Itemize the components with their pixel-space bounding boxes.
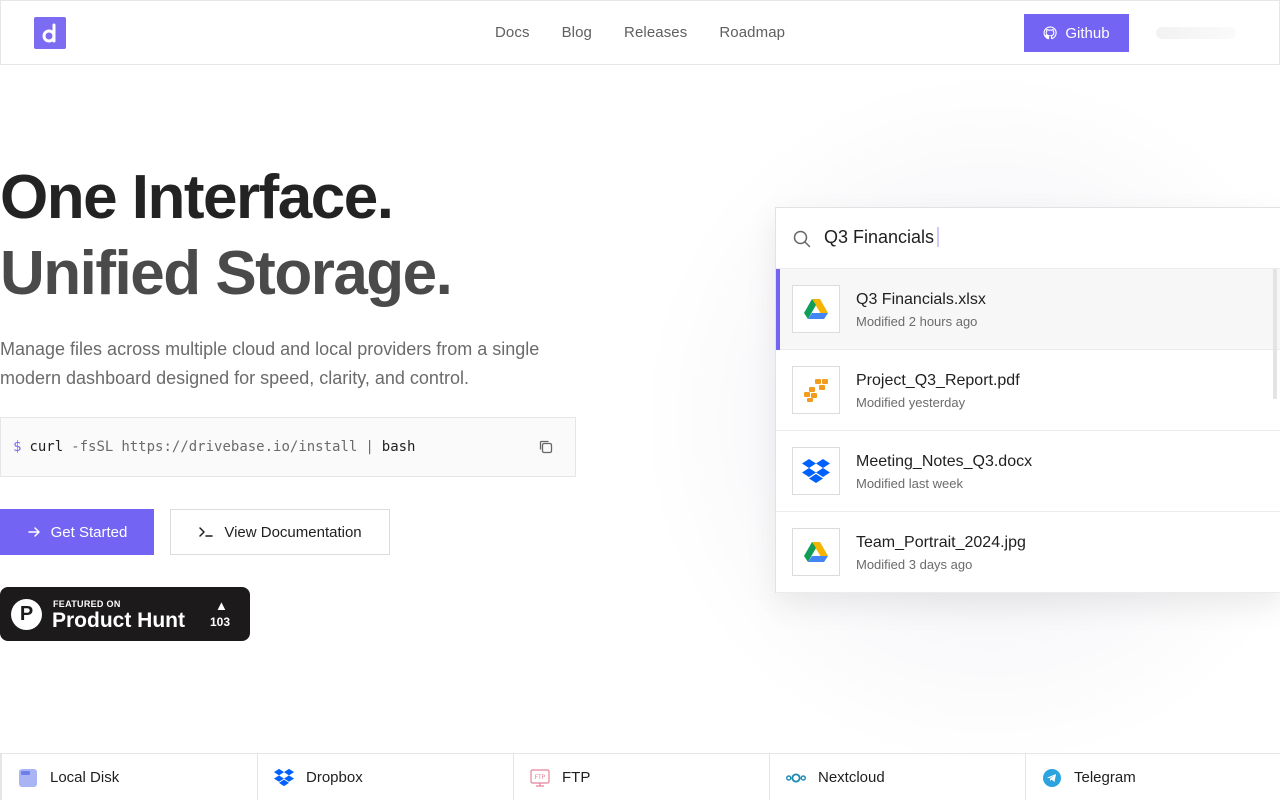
search-results: Q3 Financials.xlsx Modified 2 hours ago … [776, 269, 1280, 593]
result-row[interactable]: Q3 Financials.xlsx Modified 2 hours ago [776, 269, 1280, 350]
top-header: Docs Blog Releases Roadmap Github [0, 0, 1280, 65]
search-query: Q3 Financials [824, 227, 935, 247]
arrow-right-icon [27, 527, 40, 537]
upvote-count: 103 [210, 615, 231, 629]
github-icon [1043, 26, 1058, 40]
view-documentation-button[interactable]: View Documentation [170, 509, 390, 555]
get-started-button[interactable]: Get Started [0, 509, 154, 555]
get-started-label: Get Started [50, 523, 128, 541]
result-row[interactable]: Team_Portrait_2024.jpg Modified 3 days a… [776, 512, 1280, 593]
file-modified: Modified 3 days ago [856, 557, 973, 572]
provider-telegram[interactable]: Telegram [1026, 754, 1280, 800]
results-scrollbar[interactable] [1273, 269, 1277, 399]
shell-prompt: $ [13, 439, 22, 455]
file-modified: Modified last week [856, 476, 963, 491]
ftp-icon: FTP [530, 768, 550, 788]
product-hunt-name: Product Hunt [52, 609, 185, 632]
google-drive-icon [792, 528, 840, 576]
file-name: Team_Portrait_2024.jpg [856, 534, 1026, 551]
local-disk-icon [18, 768, 38, 788]
aws-s3-icon [792, 366, 840, 414]
provider-label: Local Disk [50, 769, 120, 786]
terminal-icon [199, 527, 214, 537]
provider-label: FTP [562, 769, 591, 786]
cmd-flag: -fsSL [71, 439, 114, 455]
hero-title-line-2: Unified Storage. [0, 239, 453, 308]
nav-docs[interactable]: Docs [495, 24, 530, 41]
file-name: Meeting_Notes_Q3.docx [856, 453, 1033, 470]
provider-local-disk[interactable]: Local Disk [2, 754, 258, 800]
product-hunt-icon: P [11, 599, 42, 630]
provider-ftp[interactable]: FTP FTP [514, 754, 770, 800]
drivebase-logo[interactable] [34, 17, 66, 49]
install-command: $ curl -fsSL https://drivebase.io/instal… [0, 417, 576, 477]
github-label: Github [1065, 24, 1110, 42]
dropbox-icon [274, 768, 294, 788]
product-hunt-featured: FEATURED ON [53, 599, 121, 609]
search-icon [793, 230, 811, 248]
providers-strip: Local Disk Dropbox FTP FTP Nextcloud Tel… [0, 753, 1280, 800]
faded-header-item [1156, 27, 1236, 39]
copy-icon[interactable] [537, 438, 555, 456]
search-demo-panel: Q3 Financials Q3 Financials.xlsx Modifie… [775, 207, 1280, 593]
google-drive-icon [792, 285, 840, 333]
result-row[interactable]: Meeting_Notes_Q3.docx Modified last week [776, 431, 1280, 512]
provider-label: Nextcloud [818, 769, 885, 786]
nextcloud-icon [786, 768, 806, 788]
file-modified: Modified 2 hours ago [856, 314, 978, 329]
svg-text:FTP: FTP [535, 774, 546, 781]
hero-title-line-1: One Interface. [0, 163, 394, 232]
hero-subtitle: Manage files across multiple cloud and l… [0, 339, 540, 388]
file-name: Q3 Financials.xlsx [856, 291, 986, 308]
provider-label: Dropbox [306, 769, 363, 786]
page: Docs Blog Releases Roadmap Github One In… [0, 0, 1280, 800]
product-hunt-badge[interactable]: P FEATURED ON Product Hunt ▲ 103 [0, 587, 250, 641]
provider-nextcloud[interactable]: Nextcloud [770, 754, 1026, 800]
logo-d-icon [42, 23, 56, 43]
cmd-pipe: | [365, 439, 374, 455]
nav-releases[interactable]: Releases [624, 24, 687, 41]
nav-roadmap[interactable]: Roadmap [719, 24, 785, 41]
result-row[interactable]: Project_Q3_Report.pdf Modified yesterday [776, 350, 1280, 431]
file-name: Project_Q3_Report.pdf [856, 372, 1020, 389]
view-documentation-label: View Documentation [224, 523, 362, 541]
telegram-icon [1042, 768, 1062, 788]
dropbox-icon [792, 447, 840, 495]
github-button[interactable]: Github [1024, 14, 1129, 52]
nav-blog[interactable]: Blog [562, 24, 592, 41]
provider-dropbox[interactable]: Dropbox [258, 754, 514, 800]
main-nav: Docs Blog Releases Roadmap [495, 1, 785, 64]
provider-label: Telegram [1074, 769, 1136, 786]
search-bar[interactable]: Q3 Financials [776, 208, 1280, 269]
cmd-program: curl [29, 439, 64, 455]
hero-title: One Interface. Unified Storage. [0, 160, 453, 312]
text-caret [937, 227, 940, 247]
file-modified: Modified yesterday [856, 395, 966, 410]
search-input[interactable]: Q3 Financials [824, 227, 940, 248]
upvote-arrow-icon: ▲ [215, 598, 228, 613]
cmd-url: https://drivebase.io/install [121, 439, 358, 455]
cmd-shell: bash [381, 439, 416, 455]
